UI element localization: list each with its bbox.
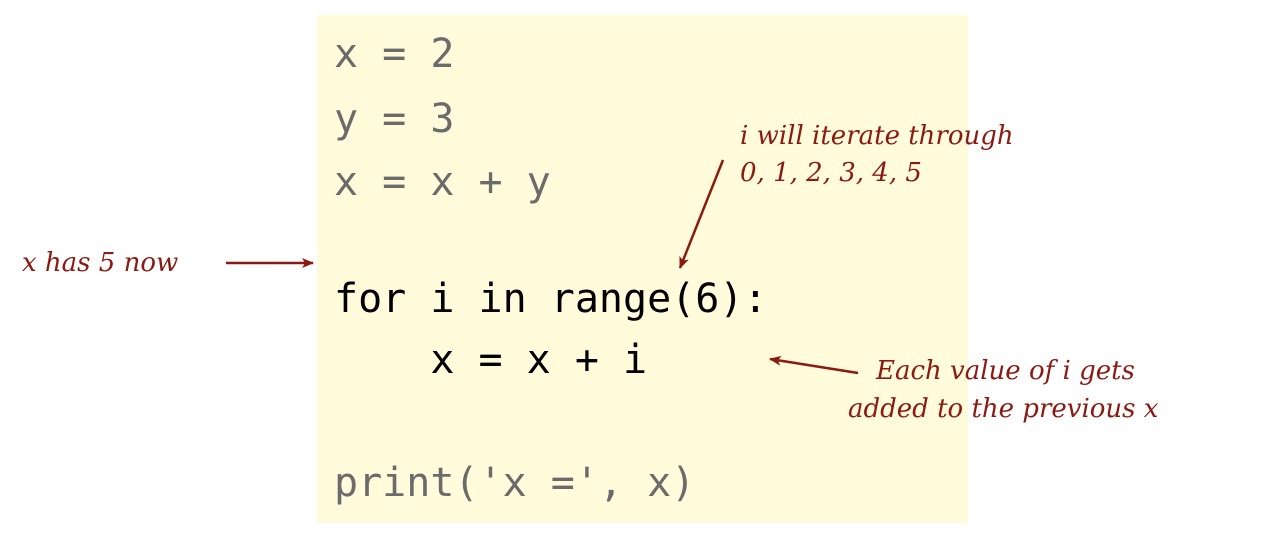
annotation-arrows xyxy=(226,159,859,375)
arrow-to-range xyxy=(678,159,725,269)
arrow-to-loop-body xyxy=(769,355,859,375)
